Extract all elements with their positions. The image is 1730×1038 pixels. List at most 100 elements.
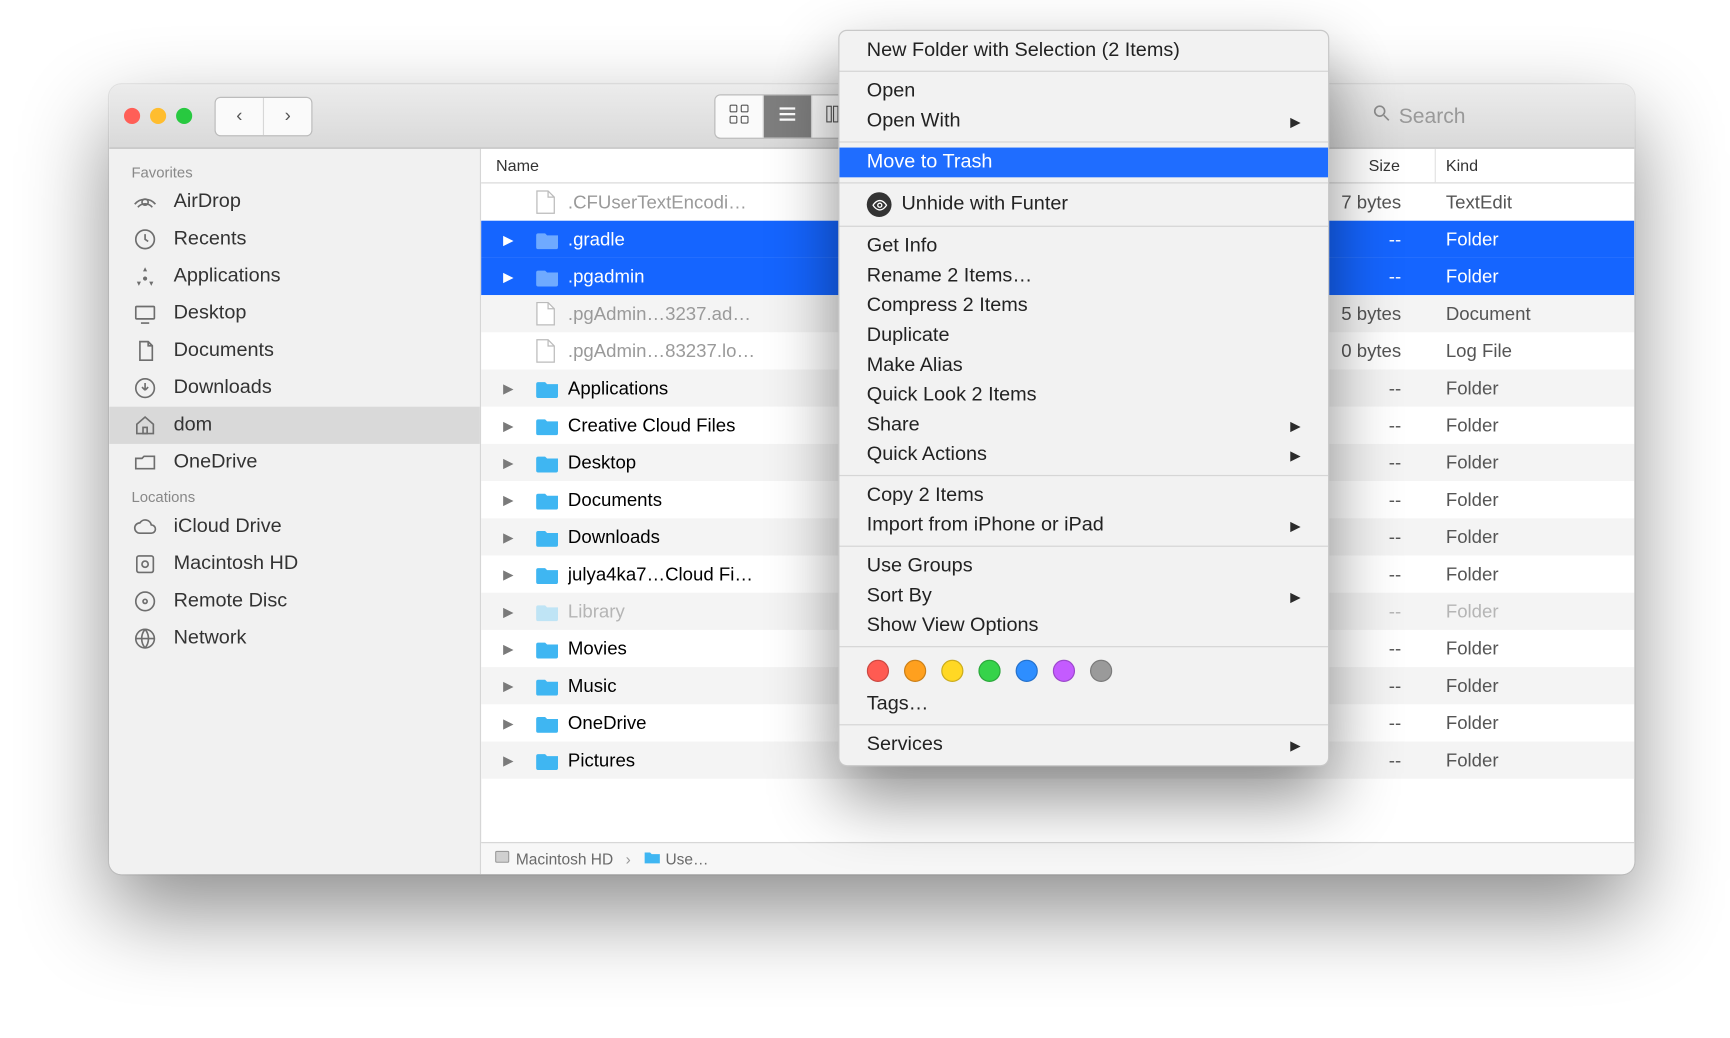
tag-color[interactable] xyxy=(867,660,889,682)
menu-item[interactable]: Use Groups xyxy=(839,552,1328,582)
sidebar-item-label: Desktop xyxy=(174,303,247,325)
sidebar-item-label: Network xyxy=(174,627,247,649)
menu-item[interactable]: Tags… xyxy=(839,689,1328,719)
folder-icon xyxy=(536,676,568,696)
tag-color[interactable] xyxy=(941,660,963,682)
search-field[interactable]: Search xyxy=(1371,103,1619,129)
sidebar-item-label: iCloud Drive xyxy=(174,516,282,538)
file-kind: Folder xyxy=(1436,750,1634,771)
disclosure-triangle-icon[interactable] xyxy=(481,380,536,396)
sidebar-item-network[interactable]: Network xyxy=(109,620,480,657)
sidebar-group-header: Favorites xyxy=(109,156,480,183)
disclosure-triangle-icon[interactable] xyxy=(481,678,536,694)
menu-item[interactable]: Open With xyxy=(839,107,1328,137)
path-bar: Macintosh HD Use… xyxy=(481,842,1634,874)
disclosure-triangle-icon[interactable] xyxy=(481,417,536,433)
menu-item-label: Tags… xyxy=(867,693,929,715)
sidebar-item-label: Documents xyxy=(174,340,274,362)
menu-item[interactable]: Rename 2 Items… xyxy=(839,262,1328,292)
file-kind: Folder xyxy=(1436,601,1634,622)
menu-item[interactable]: Get Info xyxy=(839,232,1328,262)
menu-item[interactable]: Make Alias xyxy=(839,351,1328,381)
col-kind[interactable]: Kind xyxy=(1436,149,1634,182)
sidebar-item-desktop[interactable]: Desktop xyxy=(109,295,480,332)
forward-button[interactable]: › xyxy=(264,97,311,134)
sidebar-item-recents[interactable]: Recents xyxy=(109,221,480,258)
close-window-button[interactable] xyxy=(124,108,140,124)
path-segment[interactable]: Use… xyxy=(643,848,708,869)
menu-item[interactable]: Sort By xyxy=(839,582,1328,612)
menu-item-label: Make Alias xyxy=(867,355,963,377)
tag-color[interactable] xyxy=(978,660,1000,682)
disclosure-triangle-icon[interactable] xyxy=(481,268,536,284)
disclosure-triangle-icon[interactable] xyxy=(481,566,536,582)
file-kind: Document xyxy=(1436,303,1634,324)
sidebar-item-downloads[interactable]: Downloads xyxy=(109,370,480,407)
submenu-arrow-icon xyxy=(1290,110,1301,132)
menu-item[interactable]: Copy 2 Items xyxy=(839,481,1328,511)
file-kind: Folder xyxy=(1436,229,1634,250)
menu-item-label: Open xyxy=(867,81,916,103)
menu-item[interactable]: Import from iPhone or iPad xyxy=(839,511,1328,541)
file-kind: TextEdit xyxy=(1436,192,1634,213)
zoom-window-button[interactable] xyxy=(176,108,192,124)
disclosure-triangle-icon[interactable] xyxy=(481,492,536,508)
menu-item[interactable]: Show View Options xyxy=(839,611,1328,641)
list-view-button[interactable] xyxy=(763,95,811,137)
menu-item-label: Show View Options xyxy=(867,615,1039,637)
folder-icon xyxy=(536,453,568,473)
folder-icon xyxy=(536,713,568,733)
back-button[interactable]: ‹ xyxy=(216,97,264,134)
tag-colors-row xyxy=(839,652,1328,689)
path-segment[interactable]: Macintosh HD xyxy=(494,848,614,869)
menu-item[interactable]: Share xyxy=(839,410,1328,440)
disclosure-triangle-icon[interactable] xyxy=(481,640,536,656)
menu-item[interactable]: Open xyxy=(839,77,1328,107)
search-placeholder: Search xyxy=(1399,104,1466,129)
tag-color[interactable] xyxy=(1053,660,1075,682)
disclosure-triangle-icon[interactable] xyxy=(481,231,536,247)
menu-item[interactable]: Quick Look 2 Items xyxy=(839,381,1328,411)
menu-item[interactable]: Compress 2 Items xyxy=(839,291,1328,321)
sidebar-item-remote-disc[interactable]: Remote Disc xyxy=(109,583,480,620)
recents-icon xyxy=(131,226,158,253)
menu-item[interactable]: Services xyxy=(839,730,1328,760)
sidebar-item-airdrop[interactable]: AirDrop xyxy=(109,184,480,221)
disclosure-triangle-icon[interactable] xyxy=(481,454,536,470)
folder-icon xyxy=(643,848,660,869)
sidebar-item-documents[interactable]: Documents xyxy=(109,332,480,369)
disclosure-triangle-icon[interactable] xyxy=(481,603,536,619)
sidebar-item-icloud-drive[interactable]: iCloud Drive xyxy=(109,508,480,545)
sidebar-item-macintosh-hd[interactable]: Macintosh HD xyxy=(109,546,480,583)
minimize-window-button[interactable] xyxy=(150,108,166,124)
disclosure-triangle-icon[interactable] xyxy=(481,752,536,768)
disclosure-triangle-icon[interactable] xyxy=(481,715,536,731)
menu-item[interactable]: Move to Trash xyxy=(839,148,1328,178)
sidebar-item-label: AirDrop xyxy=(174,191,241,213)
desktop-icon xyxy=(131,300,158,327)
sidebar-item-label: OneDrive xyxy=(174,451,258,473)
icon-view-button[interactable] xyxy=(715,95,763,137)
tag-color[interactable] xyxy=(904,660,926,682)
menu-item[interactable]: New Folder with Selection (2 Items) xyxy=(839,36,1328,66)
documents-icon xyxy=(131,337,158,364)
menu-item[interactable]: Duplicate xyxy=(839,321,1328,351)
disk-icon xyxy=(131,551,158,578)
menu-item-label: Services xyxy=(867,734,943,756)
submenu-arrow-icon xyxy=(1290,414,1301,436)
cloudfolder-icon xyxy=(131,449,158,476)
folder-icon xyxy=(536,639,568,659)
tag-color[interactable] xyxy=(1016,660,1038,682)
window-controls xyxy=(124,108,192,124)
sidebar-item-onedrive[interactable]: OneDrive xyxy=(109,444,480,481)
disclosure-triangle-icon[interactable] xyxy=(481,529,536,545)
sidebar-item-dom[interactable]: dom xyxy=(109,407,480,444)
menu-item-label: Quick Actions xyxy=(867,444,987,466)
tag-color[interactable] xyxy=(1090,660,1112,682)
cloud-icon xyxy=(131,513,158,540)
sidebar-item-applications[interactable]: Applications xyxy=(109,258,480,295)
menu-item-label: Open With xyxy=(867,110,961,132)
menu-item[interactable]: Unhide with Funter xyxy=(839,188,1328,220)
menu-item[interactable]: Quick Actions xyxy=(839,440,1328,470)
sidebar-item-label: Remote Disc xyxy=(174,590,288,612)
